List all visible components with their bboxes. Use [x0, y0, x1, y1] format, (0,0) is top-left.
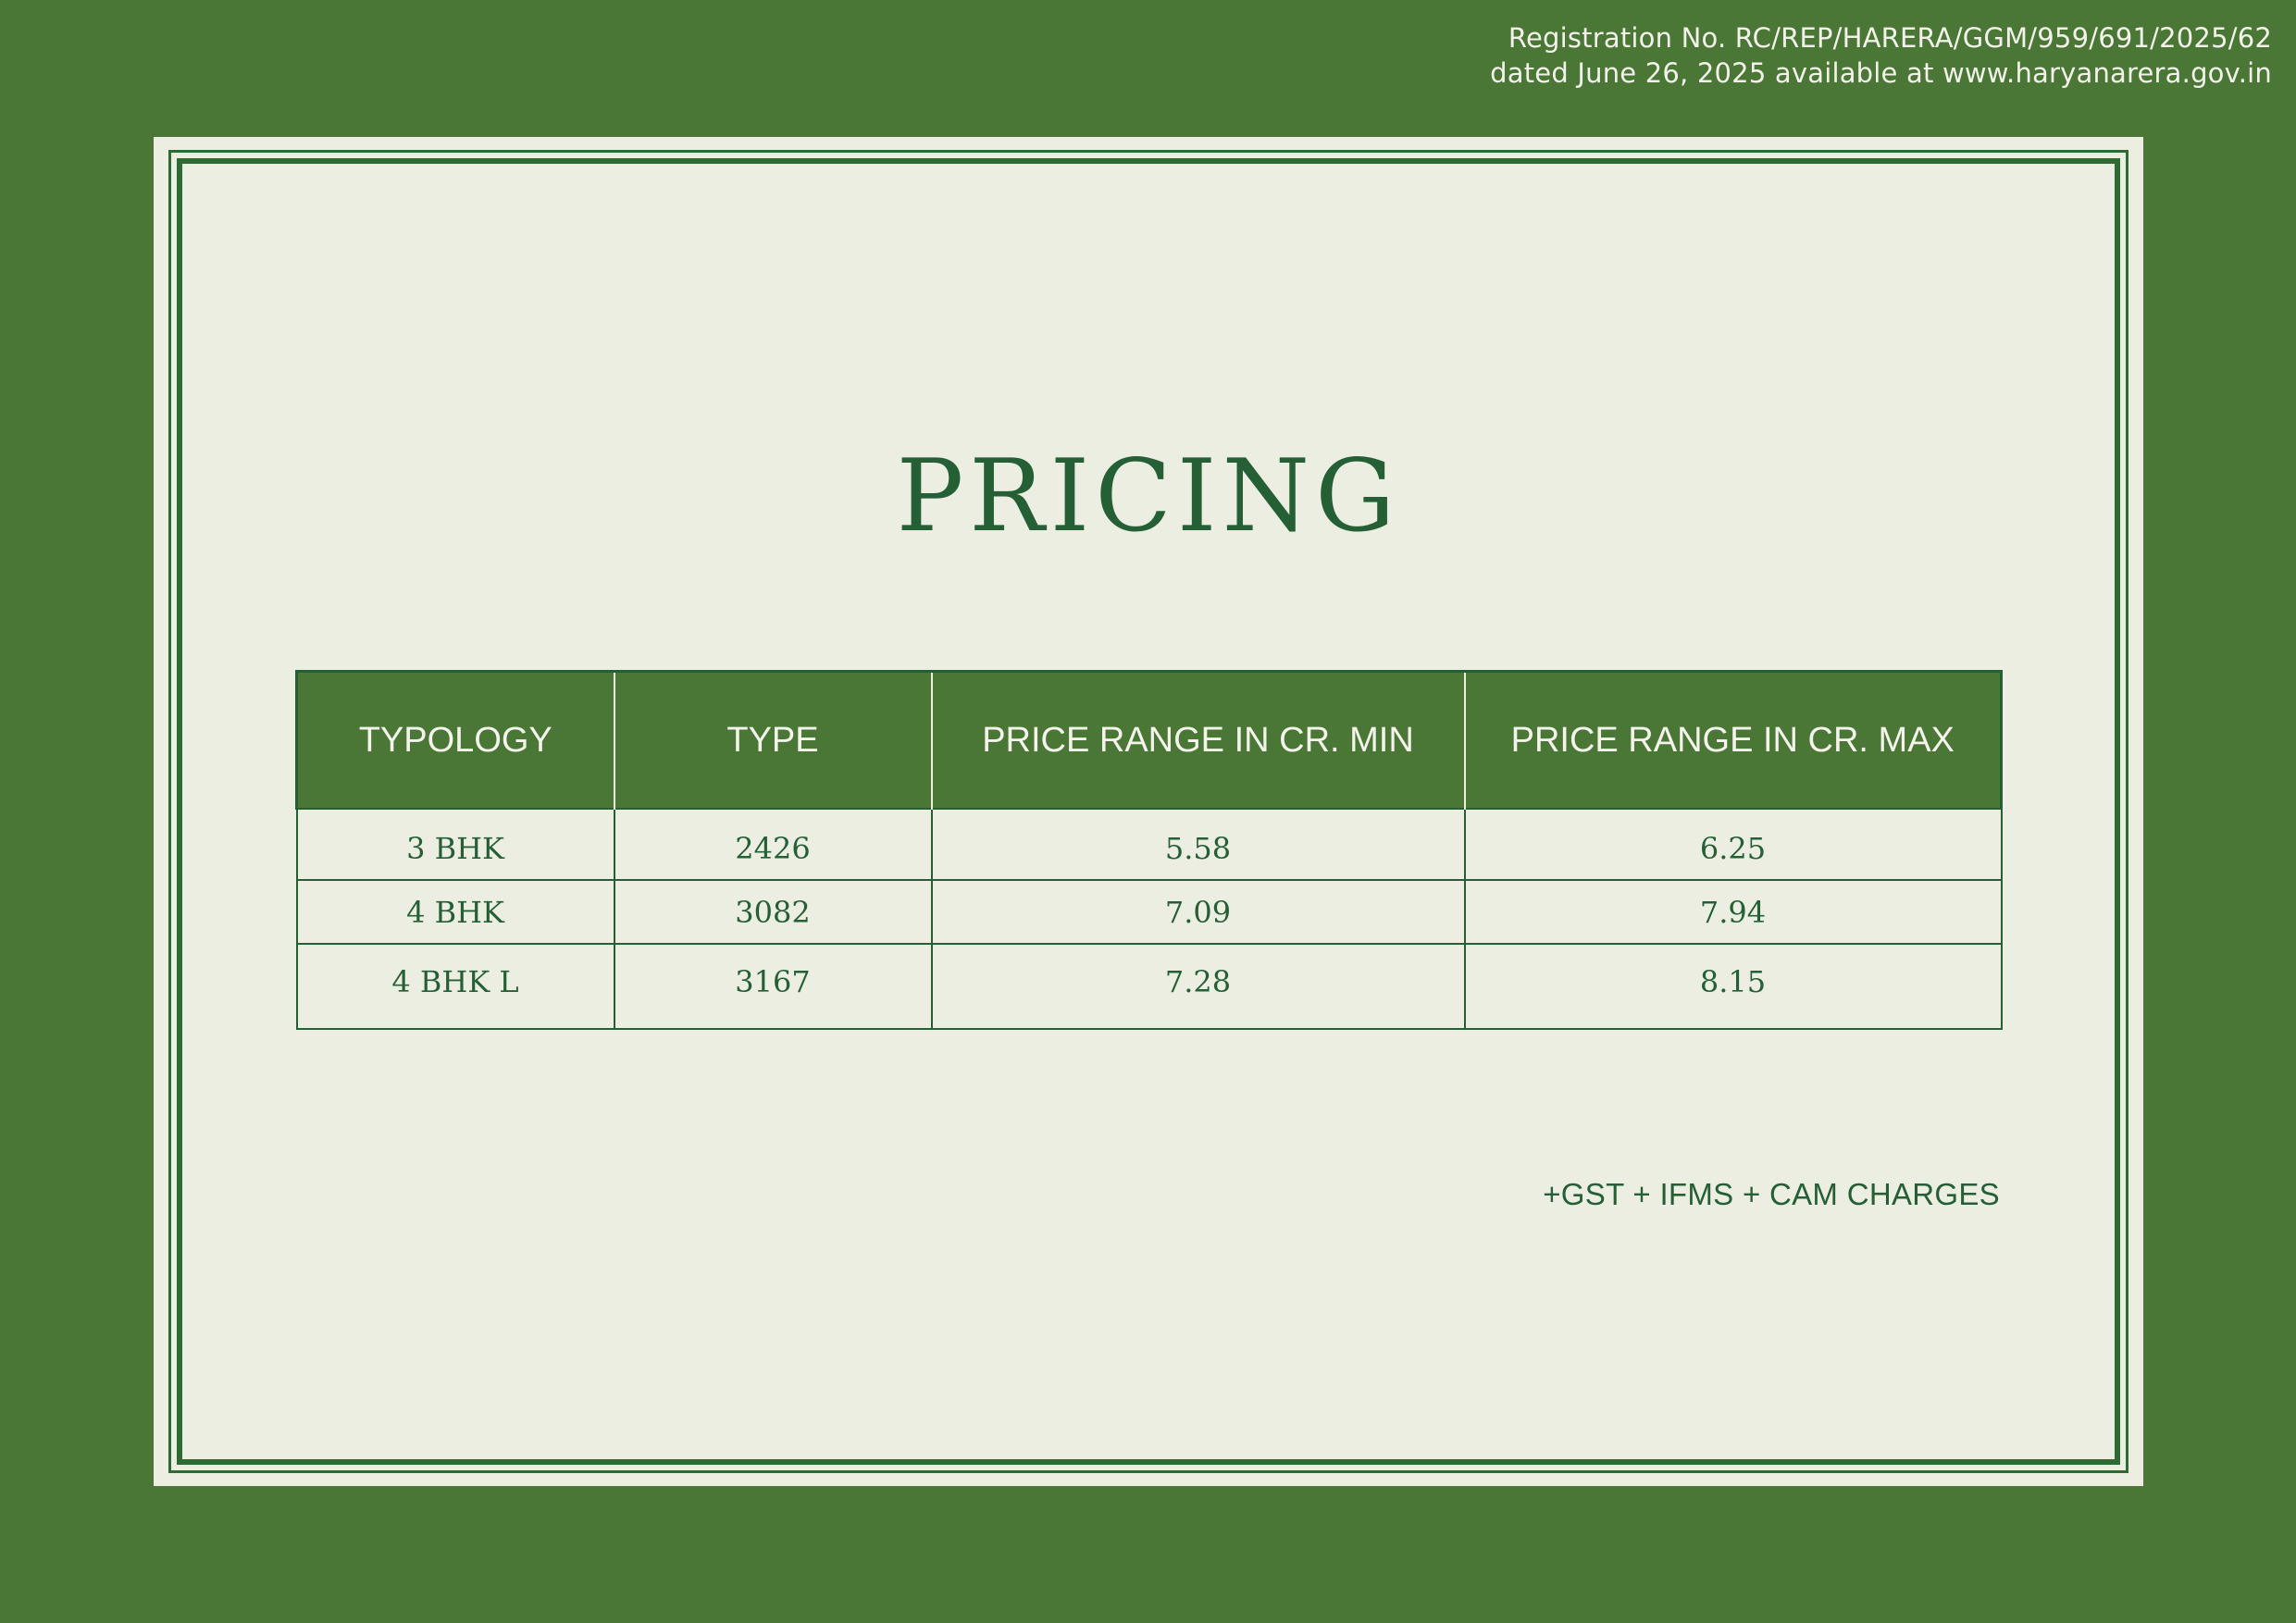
cell-type: 3082 — [613, 879, 933, 945]
cell-price-max: 8.15 — [1463, 943, 2003, 1030]
cell-price-min: 7.09 — [930, 879, 1466, 945]
cell-typology: 4 BHK L — [295, 943, 615, 1030]
cell-price-max: 6.25 — [1463, 808, 2003, 881]
registration-line-2: dated June 26, 2025 available at www.har… — [1490, 57, 2272, 89]
pricing-card: PRICING TYPOLOGY TYPE PRICE RANGE IN CR.… — [154, 137, 2143, 1486]
cell-type: 2426 — [613, 808, 933, 881]
header-type: TYPE — [613, 670, 933, 809]
table-row: 4 BHK L 3167 7.28 8.15 — [295, 943, 2003, 1030]
registration-line-1: Registration No. RC/REP/HARERA/GGM/959/6… — [1508, 22, 2272, 54]
cell-price-min: 5.58 — [930, 808, 1466, 881]
cell-price-min: 7.28 — [930, 943, 1466, 1030]
page-title: PRICING — [896, 439, 1401, 554]
pricing-table: TYPOLOGY TYPE PRICE RANGE IN CR. MIN PRI… — [295, 670, 2003, 1030]
registration-notice: Registration No. RC/REP/HARERA/GGM/959/6… — [1490, 20, 2272, 91]
table-row: 4 BHK 3082 7.09 7.94 — [295, 879, 2003, 945]
table-header-row: TYPOLOGY TYPE PRICE RANGE IN CR. MIN PRI… — [295, 670, 2003, 809]
table-row: 3 BHK 2426 5.58 6.25 — [295, 808, 2003, 881]
cell-typology: 3 BHK — [295, 808, 615, 881]
header-price-max: PRICE RANGE IN CR. MAX — [1463, 670, 2003, 809]
header-typology: TYPOLOGY — [295, 670, 615, 809]
cell-type: 3167 — [613, 943, 933, 1030]
cell-typology: 4 BHK — [295, 879, 615, 945]
header-price-min: PRICE RANGE IN CR. MIN — [930, 670, 1466, 809]
cell-price-max: 7.94 — [1463, 879, 2003, 945]
charges-footnote: +GST + IFMS + CAM CHARGES — [1543, 1177, 2000, 1211]
